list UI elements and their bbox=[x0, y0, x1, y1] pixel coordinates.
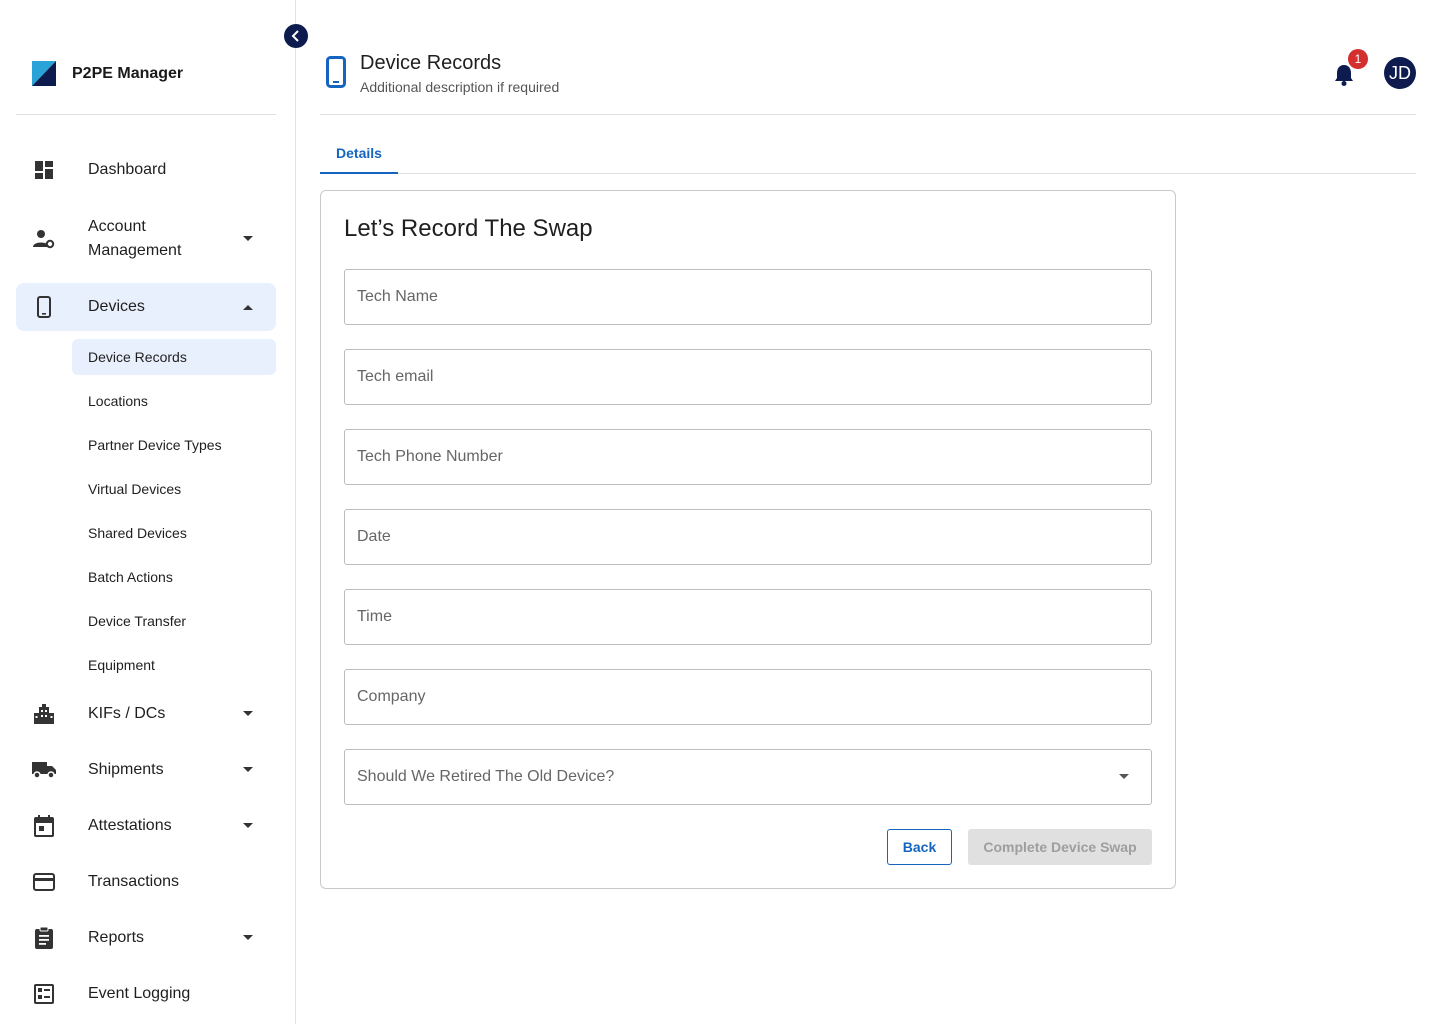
list-icon bbox=[32, 982, 56, 1006]
swap-form-card: Let’s Record The Swap Should We Retired … bbox=[320, 190, 1176, 889]
sidebar-item-attestations[interactable]: Attestations bbox=[16, 802, 276, 850]
sidebar-item-label: KIFs / DCs bbox=[88, 705, 166, 722]
sidebar-item-shipments[interactable]: Shipments bbox=[16, 746, 276, 794]
sidebar-item-reports[interactable]: Reports bbox=[16, 914, 276, 962]
chevron-down-icon bbox=[242, 708, 254, 720]
sidebar-collapse-button[interactable] bbox=[284, 24, 308, 48]
avatar[interactable]: JD bbox=[1384, 57, 1416, 89]
p2pe-logo-icon bbox=[32, 61, 56, 86]
bell-icon[interactable] bbox=[1334, 64, 1354, 86]
chevron-down-icon bbox=[1119, 774, 1129, 779]
app-name: P2PE Manager bbox=[72, 65, 184, 82]
chevron-up-icon bbox=[242, 301, 254, 313]
sidebar-subitem-equipment[interactable]: Equipment bbox=[72, 647, 276, 683]
credit-card-icon bbox=[32, 870, 56, 894]
sidebar-item-transactions[interactable]: Transactions bbox=[16, 858, 276, 906]
truck-icon bbox=[32, 758, 56, 782]
sidebar: P2PE Manager Dashboard Account Managemen… bbox=[0, 0, 296, 1024]
sidebar-item-label: Attestations bbox=[88, 817, 172, 834]
time-input[interactable] bbox=[344, 589, 1152, 645]
sidebar-subitem-locations[interactable]: Locations bbox=[72, 383, 276, 419]
account-settings-icon bbox=[32, 227, 56, 251]
sidebar-item-label: Reports bbox=[88, 929, 145, 946]
notification-badge: 1 bbox=[1348, 49, 1368, 69]
retire-old-device-select[interactable]: Should We Retired The Old Device? bbox=[344, 749, 1152, 805]
page-header: Device Records Additional description if… bbox=[320, 32, 1416, 115]
sidebar-subitem-shared-devices[interactable]: Shared Devices bbox=[72, 515, 276, 551]
page-subtitle: Additional description if required bbox=[360, 79, 560, 95]
chevron-left-icon bbox=[291, 30, 299, 42]
sidebar-item-label: Event Logging bbox=[88, 985, 191, 1002]
sidebar-item-event-logging[interactable]: Event Logging bbox=[16, 970, 276, 1018]
complete-device-swap-button[interactable]: Complete Device Swap bbox=[968, 829, 1152, 865]
sidebar-subitem-batch-actions[interactable]: Batch Actions bbox=[72, 559, 276, 595]
calendar-icon bbox=[32, 814, 56, 838]
smartphone-icon bbox=[326, 56, 346, 88]
brand: P2PE Manager bbox=[16, 32, 276, 115]
sidebar-subitem-device-records[interactable]: Device Records bbox=[72, 339, 276, 375]
tech-phone-input[interactable] bbox=[344, 429, 1152, 485]
sidebar-item-label: Devices bbox=[88, 298, 145, 315]
smartphone-icon bbox=[32, 295, 56, 319]
sidebar-item-label: Dashboard bbox=[88, 161, 167, 178]
sidebar-subitem-device-transfer[interactable]: Device Transfer bbox=[72, 603, 276, 639]
chevron-down-icon bbox=[242, 233, 254, 245]
chevron-down-icon bbox=[242, 820, 254, 832]
sidebar-item-dashboard[interactable]: Dashboard bbox=[16, 146, 276, 194]
sidebar-item-label: Transactions bbox=[88, 873, 179, 890]
sidebar-item-label: Account Management bbox=[88, 218, 182, 259]
sidebar-item-account-management[interactable]: Account Management bbox=[16, 203, 276, 275]
clipboard-icon bbox=[32, 926, 56, 950]
chevron-down-icon bbox=[242, 764, 254, 776]
dashboard-icon bbox=[32, 158, 56, 182]
select-placeholder: Should We Retired The Old Device? bbox=[357, 768, 615, 785]
building-icon bbox=[32, 702, 56, 726]
company-input[interactable] bbox=[344, 669, 1152, 725]
sidebar-item-label: Shipments bbox=[88, 761, 164, 778]
tab-details[interactable]: Details bbox=[320, 134, 398, 174]
sidebar-subitem-partner-device-types[interactable]: Partner Device Types bbox=[72, 427, 276, 463]
date-input[interactable] bbox=[344, 509, 1152, 565]
sidebar-item-kifs-dcs[interactable]: KIFs / DCs bbox=[16, 690, 276, 738]
tab-bar: Details bbox=[320, 134, 1416, 174]
page-title: Device Records bbox=[360, 52, 502, 74]
tech-email-input[interactable] bbox=[344, 349, 1152, 405]
tech-name-input[interactable] bbox=[344, 269, 1152, 325]
sidebar-item-devices[interactable]: Devices bbox=[16, 283, 276, 331]
back-button[interactable]: Back bbox=[887, 829, 952, 865]
form-title: Let’s Record The Swap bbox=[344, 215, 593, 242]
sidebar-subitem-virtual-devices[interactable]: Virtual Devices bbox=[72, 471, 276, 507]
chevron-down-icon bbox=[242, 932, 254, 944]
